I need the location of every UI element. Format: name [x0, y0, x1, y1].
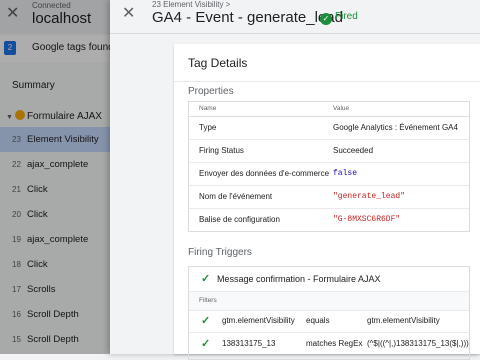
filter-operator: equals — [306, 316, 330, 325]
property-value: Google Analytics : Événement GA4 — [333, 123, 458, 132]
tag-details-card: Tag Details Properties Name Value Type G… — [174, 44, 480, 360]
header-divider — [110, 33, 480, 34]
card-title: Tag Details — [188, 56, 248, 70]
filter-operator: matches RegEx — [306, 339, 363, 348]
property-name: Firing Status — [199, 146, 244, 155]
filters-label: Filters — [199, 297, 217, 304]
column-header-value: Value — [333, 105, 350, 112]
trigger-name: Message confirmation - Formulaire AJAX — [217, 274, 381, 284]
table-row: Nom de l'événement "generate_lead" — [189, 186, 469, 209]
status-label: Fired — [335, 11, 358, 22]
property-name: Type — [199, 123, 217, 132]
table-row: Type Google Analytics : Événement GA4 — [189, 117, 469, 140]
check-icon: ✓ — [201, 273, 211, 285]
page-title: GA4 - Event - generate_lead — [152, 9, 343, 26]
filter-value: (^$|((^|,)138313175_13($|,))) — [367, 339, 469, 348]
card-divider — [174, 81, 480, 82]
check-icon: ✓ — [201, 315, 211, 327]
column-header-name: Name — [199, 105, 217, 112]
breadcrumb[interactable]: 23 Element Visibility > — [152, 0, 230, 9]
status-badge: ✓ Fired — [320, 11, 358, 25]
property-value: Succeeded — [333, 146, 374, 155]
property-name: Balise de configuration — [199, 215, 280, 224]
filters-header: Filters — [189, 291, 469, 311]
property-name: Nom de l'événement — [199, 192, 273, 201]
table-row: Envoyer des données d'e-commerce false — [189, 163, 469, 186]
properties-label: Properties — [188, 86, 234, 97]
firing-triggers-label: Firing Triggers — [188, 247, 252, 258]
property-value: false — [333, 169, 358, 178]
filter-variable: gtm.elementVisibility — [222, 316, 295, 325]
check-icon: ✓ — [201, 338, 211, 350]
tag-details-panel: ✕ 23 Element Visibility > GA4 - Event - … — [110, 0, 480, 360]
table-row: Balise de configuration "G-8MXSC6R6DF" — [189, 209, 469, 231]
table-row: Firing Status Succeeded — [189, 140, 469, 163]
firing-trigger-card: ✓ Message confirmation - Formulaire AJAX… — [188, 266, 470, 360]
table-header: Name Value — [189, 102, 469, 117]
filter-variable: 138313175_13 — [222, 339, 276, 348]
property-value: "G-8MXSC6R6DF" — [333, 215, 401, 224]
filter-row: ✓ 138313175_13 matches RegEx (^$|((^|,)1… — [189, 333, 469, 355]
trigger-row[interactable]: ✓ Message confirmation - Formulaire AJAX — [189, 267, 469, 291]
filter-row: ✓ gtm.elementVisibility equals gtm.eleme… — [189, 310, 469, 333]
property-name: Envoyer des données d'e-commerce — [199, 169, 330, 178]
check-circle-icon: ✓ — [320, 13, 332, 25]
close-icon[interactable]: ✕ — [122, 5, 135, 23]
filter-value: gtm.elementVisibility — [367, 316, 440, 325]
properties-table: Name Value Type Google Analytics : Événe… — [188, 101, 470, 232]
property-value: "generate_lead" — [333, 192, 406, 201]
